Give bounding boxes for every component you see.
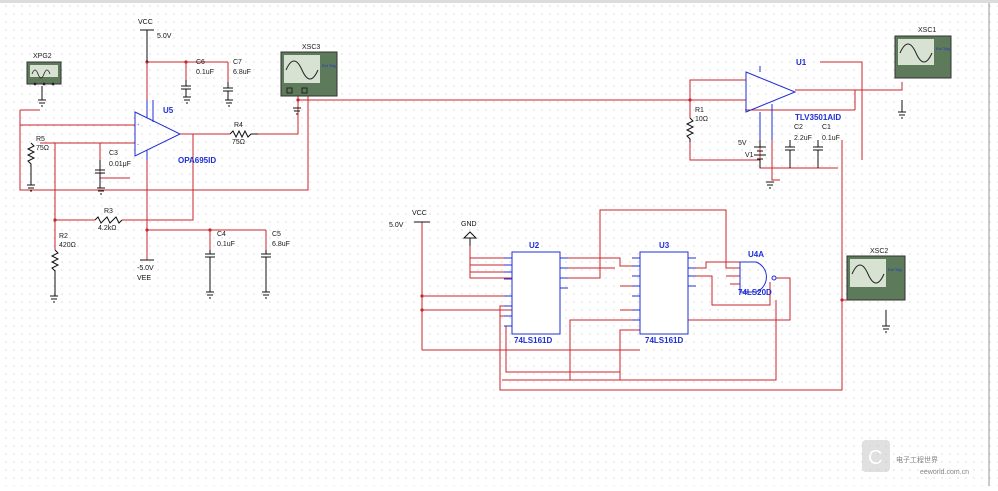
svg-text:75Ω: 75Ω <box>36 145 49 152</box>
svg-text:Ext Trig: Ext Trig <box>322 63 336 68</box>
svg-text:6.8uF: 6.8uF <box>233 69 251 76</box>
svg-text:0.01μF: 0.01μF <box>109 161 131 168</box>
svg-text:Ext Trig: Ext Trig <box>936 46 950 51</box>
svg-text:eeworld.com.cn: eeworld.com.cn <box>920 469 969 476</box>
c7-capacitor[interactable]: C7 6.8uF <box>223 59 251 100</box>
svg-text:R5: R5 <box>36 136 45 143</box>
svg-text:C2: C2 <box>794 124 803 131</box>
svg-text:75Ω: 75Ω <box>232 139 245 146</box>
svg-text:C: C <box>868 447 882 469</box>
ground-symbols <box>27 86 906 333</box>
xsc3-oscilloscope[interactable]: XSC3 Ext Trig <box>280 44 338 97</box>
svg-text:Ext Trig: Ext Trig <box>888 267 902 272</box>
svg-text:−: − <box>137 142 140 147</box>
top-border <box>0 0 998 3</box>
vcc-symbol[interactable]: VCC 5.0V <box>138 19 172 62</box>
svg-text:VCC: VCC <box>412 210 427 217</box>
watermark-logo: C 电子工程世界 eeworld.com.cn <box>862 440 969 476</box>
vee-symbol[interactable]: -5.0V VEE <box>137 259 154 282</box>
u3-counter[interactable]: U3 74LS161D <box>632 241 696 345</box>
svg-text:74LS161D: 74LS161D <box>514 336 552 345</box>
svg-text:C6: C6 <box>196 59 205 66</box>
c4-capacitor[interactable]: C4 0.1uF <box>205 231 235 262</box>
svg-text:V1: V1 <box>745 152 754 159</box>
svg-text:10Ω: 10Ω <box>695 116 708 123</box>
svg-text:2.2uF: 2.2uF <box>794 135 812 142</box>
v1-source[interactable]: 5V V1 <box>738 140 766 168</box>
r5-resistor[interactable]: R5 75Ω <box>26 136 49 177</box>
svg-text:420Ω: 420Ω <box>59 242 76 249</box>
svg-text:0.1uF: 0.1uF <box>196 69 214 76</box>
svg-text:C3: C3 <box>109 150 118 157</box>
u4a-nand-gate[interactable]: U4A 74LS20D <box>738 250 777 297</box>
schematic-drawing: VCC 5.0V -5.0V VEE VCC 5.0V GND XPG2 XSC… <box>0 0 998 486</box>
svg-text:U1: U1 <box>796 58 807 67</box>
svg-text:6.8uF: 6.8uF <box>272 241 290 248</box>
svg-text:R2: R2 <box>59 233 68 240</box>
svg-text:0.1uF: 0.1uF <box>217 241 235 248</box>
svg-text:XSC1: XSC1 <box>918 27 936 34</box>
svg-text:U3: U3 <box>659 241 670 250</box>
svg-text:VEE: VEE <box>137 275 151 282</box>
svg-text:电子工程世界: 电子工程世界 <box>896 455 938 464</box>
gnd-symbol[interactable]: GND <box>461 221 478 246</box>
svg-text:TLV3501AID: TLV3501AID <box>795 113 841 122</box>
svg-text:5.0V: 5.0V <box>157 33 172 40</box>
xsc2-oscilloscope[interactable]: XSC2 Ext Trig <box>846 248 906 301</box>
svg-text:VCC: VCC <box>138 19 153 26</box>
u5-opamp[interactable]: U5 OPA695ID + − <box>134 100 216 165</box>
svg-text:U2: U2 <box>529 241 540 250</box>
xpg2-generator[interactable]: XPG2 <box>26 53 62 86</box>
vcc2-symbol[interactable]: VCC 5.0V <box>389 210 430 229</box>
svg-text:0.1uF: 0.1uF <box>822 135 840 142</box>
r3-resistor[interactable]: R3 4.2kΩ <box>94 208 123 232</box>
svg-text:R3: R3 <box>104 208 113 215</box>
svg-text:XSC3: XSC3 <box>302 44 320 51</box>
svg-text:U4A: U4A <box>748 250 764 259</box>
c5-capacitor[interactable]: C5 6.8uF <box>261 231 290 262</box>
svg-text:XSC2: XSC2 <box>870 248 888 255</box>
svg-text:GND: GND <box>461 221 477 228</box>
svg-text:U5: U5 <box>163 106 174 115</box>
schematic-canvas: VCC 5.0V -5.0V VEE VCC 5.0V GND XPG2 XSC… <box>0 0 998 486</box>
svg-text:C7: C7 <box>233 59 242 66</box>
xsc1-oscilloscope[interactable]: XSC1 Ext Trig <box>894 27 952 79</box>
svg-text:R4: R4 <box>234 122 243 129</box>
svg-text:XPG2: XPG2 <box>33 53 52 60</box>
u2-counter[interactable]: U2 74LS161D <box>504 241 568 345</box>
svg-text:R1: R1 <box>695 107 704 114</box>
svg-text:C5: C5 <box>272 231 281 238</box>
svg-text:C4: C4 <box>217 231 226 238</box>
c2-capacitor[interactable]: C2 2.2uF <box>785 124 812 168</box>
svg-text:C1: C1 <box>822 124 831 131</box>
svg-text:+: + <box>137 122 140 127</box>
r2-resistor[interactable]: R2 420Ω <box>50 233 76 272</box>
r4-resistor[interactable]: R4 75Ω <box>229 122 258 146</box>
svg-text:4.2kΩ: 4.2kΩ <box>98 225 116 232</box>
svg-text:74LS161D: 74LS161D <box>645 336 683 345</box>
c1-capacitor[interactable]: C1 0.1uF <box>813 124 840 168</box>
svg-text:74LS20D: 74LS20D <box>738 288 772 297</box>
svg-text:-5.0V: -5.0V <box>137 265 154 272</box>
svg-text:OPA695ID: OPA695ID <box>178 156 216 165</box>
svg-text:5V: 5V <box>738 140 747 147</box>
svg-text:5.0V: 5.0V <box>389 222 404 229</box>
